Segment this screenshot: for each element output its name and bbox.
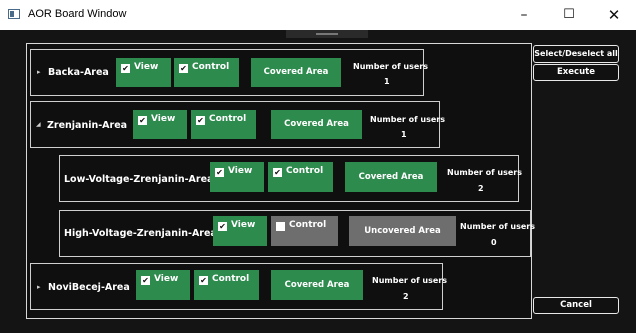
view-checkbox[interactable]: ✔ View [133, 110, 187, 139]
control-label: Control [209, 114, 247, 124]
window-title: AOR Board Window [28, 8, 127, 20]
coverage-button[interactable]: Uncovered Area [349, 216, 456, 246]
control-label: Control [286, 166, 324, 176]
control-label: Control [289, 220, 327, 230]
coverage-label: Covered Area [284, 280, 350, 290]
coverage-label: Uncovered Area [364, 226, 441, 236]
expand-icon[interactable]: ▸ [37, 68, 41, 76]
drag-handle[interactable] [286, 30, 368, 38]
view-checkbox[interactable]: ✔ View [210, 162, 264, 192]
maximize-button[interactable]: ☐ [547, 0, 591, 30]
select-deselect-all-button[interactable]: Select/Deselect all [533, 45, 619, 63]
area-name: Backa-Area [48, 67, 109, 78]
expand-icon[interactable]: ▸ [37, 283, 41, 291]
control-label: Control [192, 62, 230, 72]
coverage-label: Covered Area [358, 172, 424, 182]
view-checkbox[interactable]: ✔ View [213, 216, 267, 246]
view-checkbox[interactable]: ✔ View [136, 270, 190, 300]
minimize-button[interactable]: – [502, 0, 546, 30]
checkbox-check-icon: ✔ [179, 64, 188, 73]
view-label: View [154, 274, 179, 284]
coverage-label: Covered Area [284, 119, 349, 129]
checkbox-check-icon: ✔ [138, 116, 147, 125]
view-label: View [151, 114, 176, 124]
view-label: View [228, 166, 253, 176]
coverage-button[interactable]: Covered Area [271, 270, 363, 300]
coverage-button[interactable]: Covered Area [345, 162, 437, 192]
area-name: NoviBecej-Area [48, 282, 130, 293]
window-icon [8, 9, 20, 19]
coverage-label: Covered Area [263, 67, 329, 77]
control-label: Control [212, 274, 250, 284]
users-label: Number of users [372, 276, 447, 285]
control-checkbox[interactable]: ✔ Control [194, 270, 259, 300]
users-label: Number of users [353, 62, 428, 71]
checkbox-empty-icon [276, 222, 285, 231]
area-name: High-Voltage-Zrenjanin-Area [64, 228, 217, 239]
control-checkbox[interactable]: ✔ Control [174, 58, 239, 87]
view-label: View [231, 220, 256, 230]
users-label: Number of users [447, 168, 522, 177]
area-name: Low-Voltage-Zrenjanin-Area [64, 174, 214, 185]
checkbox-check-icon: ✔ [141, 276, 150, 285]
checkbox-check-icon: ✔ [273, 168, 282, 177]
collapse-icon[interactable]: ◢ [36, 121, 41, 128]
users-label: Number of users [370, 115, 445, 124]
title-bar: AOR Board Window – ☐ ✕ [0, 0, 636, 30]
users-label: Number of users [460, 222, 535, 231]
users-count: 2 [478, 184, 484, 193]
coverage-button[interactable]: Covered Area [271, 110, 362, 139]
users-count: 2 [403, 292, 409, 301]
checkbox-check-icon: ✔ [215, 168, 224, 177]
control-checkbox[interactable]: ✔ Control [268, 162, 333, 192]
area-name: Zrenjanin-Area [47, 120, 128, 131]
checkbox-check-icon: ✔ [218, 222, 227, 231]
checkbox-check-icon: ✔ [196, 116, 205, 125]
control-checkbox[interactable]: ✔ Control [191, 110, 256, 139]
cancel-button[interactable]: Cancel [533, 297, 619, 314]
control-checkbox[interactable]: Control [271, 216, 338, 246]
users-count: 1 [401, 130, 407, 139]
coverage-button[interactable]: Covered Area [251, 58, 341, 87]
view-checkbox[interactable]: ✔ View [116, 58, 171, 87]
checkbox-check-icon: ✔ [199, 276, 208, 285]
users-count: 1 [384, 77, 390, 86]
view-label: View [134, 62, 159, 72]
users-count: 0 [491, 238, 497, 247]
close-button[interactable]: ✕ [592, 0, 636, 30]
checkbox-check-icon: ✔ [121, 64, 130, 73]
execute-button[interactable]: Execute [533, 64, 619, 81]
